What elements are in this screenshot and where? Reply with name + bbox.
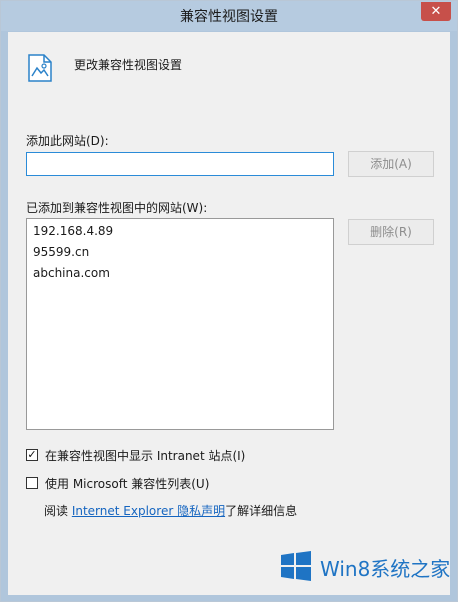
info-suffix: 了解详细信息 bbox=[225, 504, 298, 518]
close-button[interactable]: ✕ bbox=[421, 2, 451, 21]
remove-button[interactable]: 删除(R) bbox=[348, 219, 434, 245]
add-site-label: 添加此网站(D): bbox=[26, 134, 109, 148]
document-image-icon bbox=[28, 54, 52, 82]
title-bar[interactable]: 兼容性视图设置 ✕ bbox=[1, 1, 457, 31]
added-sites-label: 已添加到兼容性视图中的网站(W): bbox=[26, 201, 208, 215]
window-title: 兼容性视图设置 bbox=[180, 9, 278, 25]
dialog-content: 更改兼容性视图设置 添加此网站(D): 添加(A) 已添加到兼容性视图中的网站(… bbox=[8, 32, 450, 595]
info-prefix: 阅读 bbox=[44, 504, 72, 518]
show-intranet-checkbox[interactable]: ✓ bbox=[26, 449, 38, 461]
add-site-input[interactable] bbox=[26, 152, 334, 176]
use-ms-list-checkbox[interactable] bbox=[26, 477, 38, 489]
add-button[interactable]: 添加(A) bbox=[348, 151, 434, 177]
privacy-link[interactable]: Internet Explorer 隐私声明 bbox=[72, 504, 225, 518]
watermark: Win8系统之家 bbox=[280, 545, 450, 589]
use-ms-list-label[interactable]: 使用 Microsoft 兼容性列表(U) bbox=[45, 475, 209, 492]
list-item[interactable]: 192.168.4.89 bbox=[33, 224, 113, 238]
windows-logo-icon bbox=[281, 551, 311, 581]
dialog-window: 兼容性视图设置 ✕ 更改兼容性视图设置 添加此网站(D): 添加(A) 已添加到… bbox=[0, 0, 458, 602]
privacy-info: 阅读 Internet Explorer 隐私声明了解详细信息 bbox=[44, 502, 297, 519]
show-intranet-label[interactable]: 在兼容性视图中显示 Intranet 站点(I) bbox=[45, 447, 245, 464]
list-item[interactable]: 95599.cn bbox=[33, 245, 89, 259]
list-item[interactable]: abchina.com bbox=[33, 266, 110, 280]
added-sites-list[interactable]: 192.168.4.89 95599.cn abchina.com bbox=[26, 218, 334, 430]
watermark-text: Win8系统之家 bbox=[320, 557, 451, 581]
header-text: 更改兼容性视图设置 bbox=[74, 58, 183, 72]
